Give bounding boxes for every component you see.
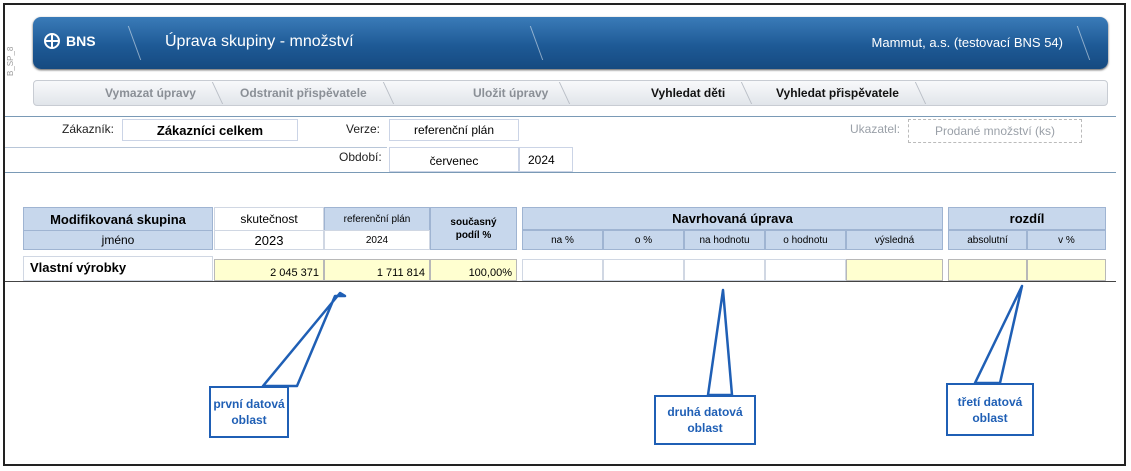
callout-second-data-area: druhá datová oblast xyxy=(654,395,756,445)
callout-third-data-area: třetí datová oblast xyxy=(946,383,1034,436)
callout-first-data-area: první datová oblast xyxy=(209,386,289,438)
callout-arrow-second xyxy=(706,288,734,397)
callout-arrow-third xyxy=(973,284,1024,385)
callout-arrow-first xyxy=(261,291,347,388)
